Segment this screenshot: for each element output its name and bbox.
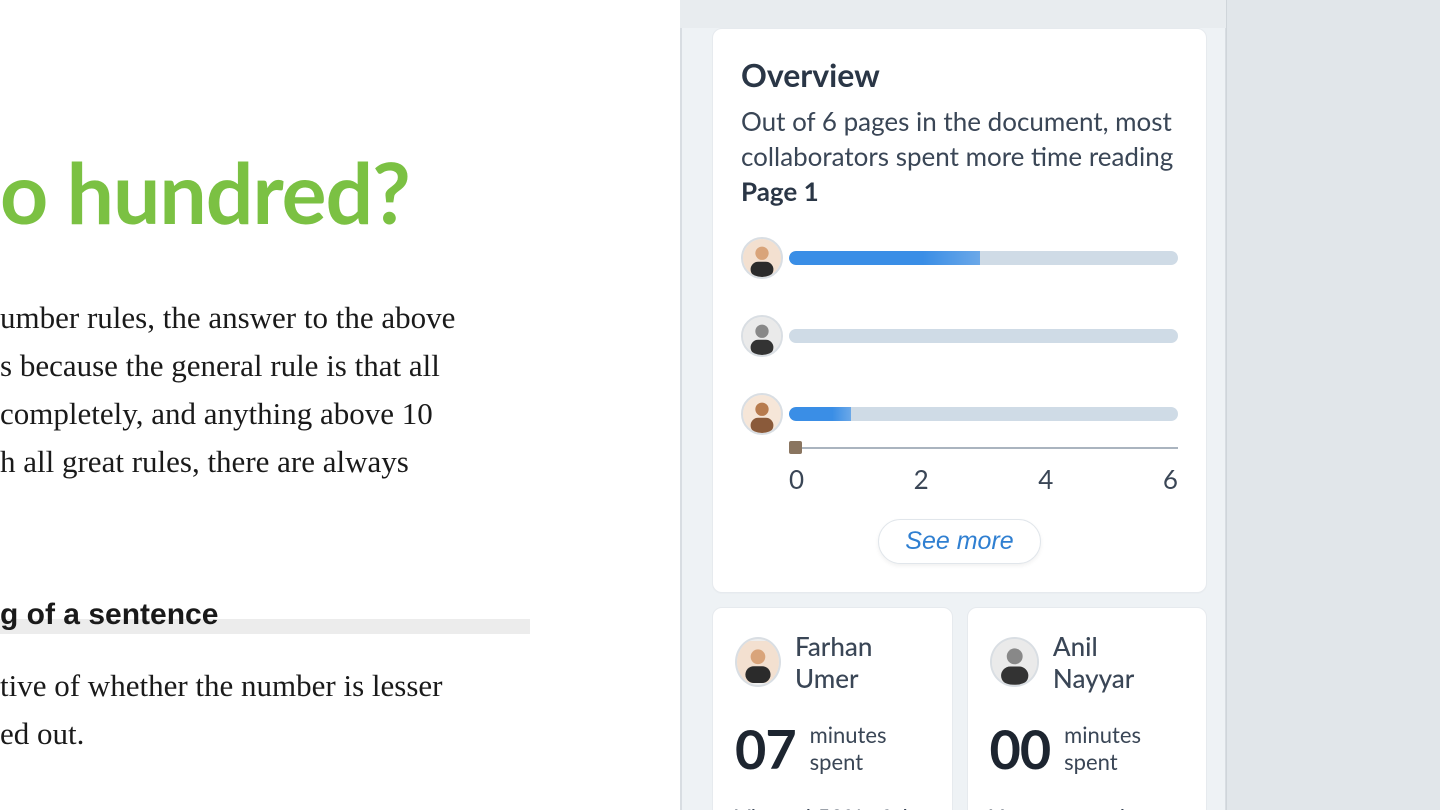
reading-bar-track (789, 251, 1178, 265)
app-layout: o hundred? umber rules, the answer to th… (0, 0, 1440, 810)
avatar (741, 237, 783, 279)
axis-handle[interactable] (789, 441, 802, 454)
see-more-button[interactable]: See more (878, 519, 1040, 564)
reading-bar-row (741, 237, 1178, 279)
minutes-unit: minutes spent (1064, 722, 1141, 775)
collaborator-name: Anil Nayyar (1053, 630, 1184, 694)
reading-bar-fill (789, 251, 980, 265)
analytics-panel-wrap: Overview Out of 6 pages in the document,… (680, 0, 1440, 810)
axis-tick: 2 (914, 463, 929, 495)
collaborator-name: Farhan Umer (795, 630, 930, 694)
minutes-unit: minutes spent (810, 722, 887, 775)
overview-card: Overview Out of 6 pages in the document,… (712, 28, 1207, 593)
avatar (741, 393, 783, 435)
right-gutter (1227, 0, 1440, 810)
stat-description: Viewed 50% of the document (735, 803, 930, 810)
stats-row: Farhan Umer 07 minutes spent Viewed 50% … (712, 607, 1207, 810)
stat-metric: 00 minutes spent (990, 716, 1185, 781)
avatar (735, 637, 781, 687)
axis-tick: 0 (789, 463, 804, 495)
collaborator-stat-card[interactable]: Farhan Umer 07 minutes spent Viewed 50% … (712, 607, 953, 810)
document-paragraph-2: tive of whether the number is lesser ed … (0, 662, 640, 758)
document-heading: o hundred? (0, 150, 640, 234)
overview-description: Out of 6 pages in the document, most col… (741, 104, 1178, 209)
document-pane: o hundred? umber rules, the answer to th… (0, 0, 680, 810)
document-paragraph-1: umber rules, the answer to the above s b… (0, 294, 640, 486)
avatar (990, 637, 1039, 687)
analytics-panel: Overview Out of 6 pages in the document,… (680, 28, 1227, 810)
avatar (741, 315, 783, 357)
axis-labels: 0 2 4 6 (789, 463, 1178, 495)
axis-line (789, 447, 1178, 449)
axis-tick: 4 (1038, 463, 1053, 495)
axis-tick: 6 (1163, 463, 1178, 495)
page-axis[interactable]: 0 2 4 6 (789, 437, 1178, 497)
minutes-value: 00 (990, 716, 1051, 781)
collaborator-stat-card[interactable]: Anil Nayyar 00 minutes spent Yet to open… (967, 607, 1208, 810)
overview-title: Overview (741, 55, 1178, 94)
reading-bar-fill (789, 407, 851, 421)
minutes-value: 07 (735, 716, 796, 781)
reading-bar-row (741, 315, 1178, 357)
reading-bar-track (789, 407, 1178, 421)
reading-bar-track (789, 329, 1178, 343)
stat-description: Yet to open the document (990, 803, 1185, 810)
reading-bar-row (741, 393, 1178, 435)
stat-head: Farhan Umer (735, 630, 930, 694)
document-subheading: g of a sentence (0, 596, 530, 634)
stat-head: Anil Nayyar (990, 630, 1185, 694)
stat-metric: 07 minutes spent (735, 716, 930, 781)
